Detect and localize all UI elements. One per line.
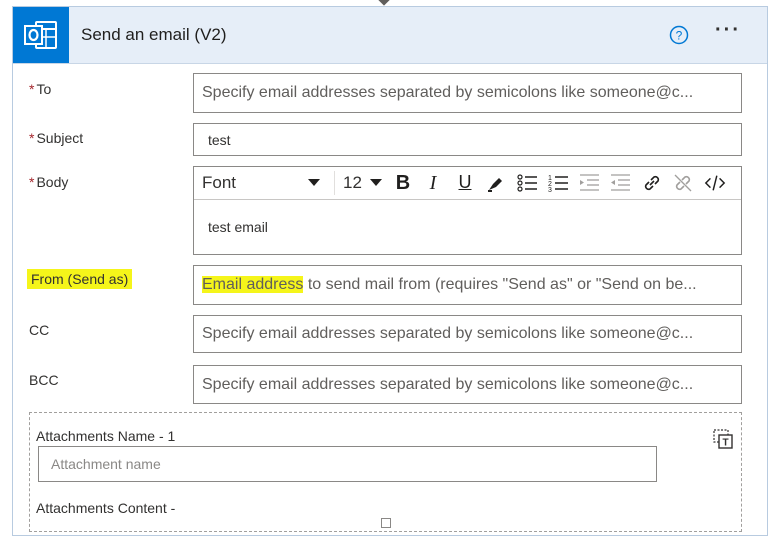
body-text[interactable]: test email <box>208 219 268 235</box>
underline-button[interactable]: U <box>454 172 476 194</box>
subject-label: * Subject <box>29 130 83 146</box>
numbered-list-icon[interactable]: 123 <box>547 172 569 194</box>
link-icon[interactable] <box>641 172 663 194</box>
to-label: * To <box>29 81 51 97</box>
italic-button[interactable]: I <box>422 172 444 194</box>
connector-knob <box>378 0 390 6</box>
decrease-indent-icon[interactable] <box>578 172 600 194</box>
connector-knob-bottom <box>381 518 391 528</box>
required-marker: * <box>29 174 35 190</box>
from-placeholder-highlight: Email address <box>202 276 304 293</box>
cc-label: CC <box>29 322 50 338</box>
body-editor[interactable]: Font 12 B I U 123 test email <box>193 166 742 255</box>
svg-text:?: ? <box>676 29 683 43</box>
attachments-name-label: Attachments Name - 1 <box>36 428 176 444</box>
card-header[interactable]: Send an email (V2) ? ··· <box>13 7 767 64</box>
from-label-text: From (Send as) <box>27 269 133 289</box>
body-label-text: Body <box>36 174 69 190</box>
editor-toolbar: Font 12 B I U 123 <box>194 167 741 200</box>
highlighter-icon[interactable] <box>485 172 507 194</box>
svg-text:3: 3 <box>548 187 552 194</box>
subject-label-text: Subject <box>36 130 84 146</box>
from-placeholder-rest: to send mail from (requires "Send as" or… <box>303 276 697 293</box>
attachment-name-input[interactable]: Attachment name <box>38 446 657 482</box>
question-circle-icon[interactable]: ? <box>669 25 689 50</box>
bold-button[interactable]: B <box>392 172 414 194</box>
cc-input[interactable]: Specify email addresses separated by sem… <box>193 315 742 353</box>
to-label-text: To <box>36 81 52 97</box>
from-input[interactable]: Email address to send mail from (require… <box>193 265 742 305</box>
more-options-icon[interactable]: ··· <box>715 19 741 42</box>
increase-indent-icon[interactable] <box>609 172 631 194</box>
font-size-dropdown[interactable]: 12 <box>343 173 362 193</box>
font-dropdown[interactable]: Font <box>202 173 236 193</box>
switch-to-text-mode-icon[interactable]: T <box>712 428 734 450</box>
attachments-content-label: Attachments Content - <box>36 500 176 516</box>
chevron-down-icon[interactable] <box>308 179 320 187</box>
subject-input[interactable]: test <box>193 123 742 156</box>
code-view-icon[interactable] <box>704 172 726 194</box>
card-title: Send an email (V2) <box>81 25 227 44</box>
outlook-icon <box>13 7 69 63</box>
svg-text:T: T <box>722 438 728 449</box>
unlink-icon[interactable] <box>672 172 694 194</box>
to-input[interactable]: Specify email addresses separated by sem… <box>193 73 742 113</box>
required-marker: * <box>29 130 35 146</box>
body-label: * Body <box>29 174 68 190</box>
from-label: From (Send as) <box>27 269 133 289</box>
toolbar-divider <box>334 171 335 195</box>
chevron-down-icon[interactable] <box>370 179 382 187</box>
bulleted-list-icon[interactable] <box>516 172 538 194</box>
required-marker: * <box>29 81 35 97</box>
bcc-input[interactable]: Specify email addresses separated by sem… <box>193 365 742 404</box>
bcc-label: BCC <box>29 372 59 388</box>
